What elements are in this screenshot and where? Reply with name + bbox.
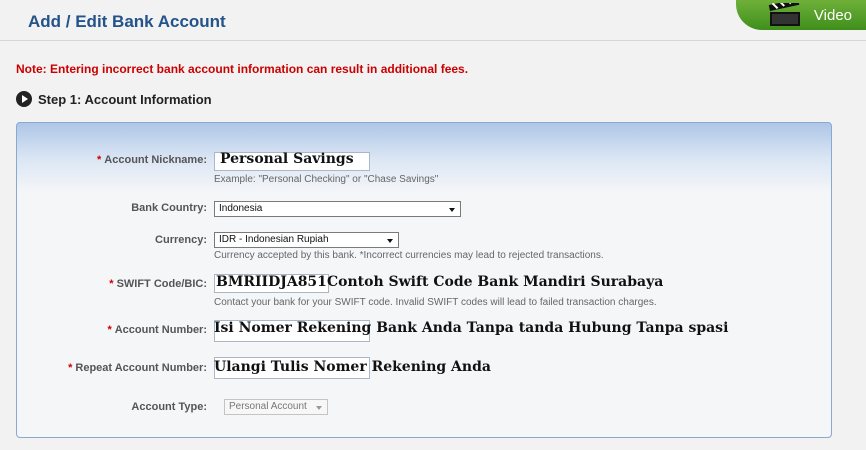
swift-code-label: * SWIFT Code/BIC:: [17, 278, 207, 290]
repeat-account-number-annotation: Ulangi Tulis Nomer Rekening Anda: [214, 359, 491, 375]
video-button[interactable]: Video: [736, 0, 866, 30]
swift-code-hint: Contact your bank for your SWIFT code. I…: [214, 297, 657, 308]
required-marker: *: [109, 278, 114, 290]
bank-country-value: Indonesia: [219, 203, 263, 214]
swift-code-label-text: SWIFT Code/BIC:: [116, 278, 207, 290]
account-nickname-hint: Example: "Personal Checking" or "Chase S…: [214, 174, 439, 185]
currency-value: IDR - Indonesian Rupiah: [219, 234, 329, 245]
repeat-account-number-label-text: Repeat Account Number:: [75, 362, 207, 374]
title-divider: [0, 40, 866, 41]
chevron-down-icon: [316, 406, 322, 410]
account-type-value: Personal Account: [229, 401, 307, 412]
account-type-label: Account Type:: [131, 401, 207, 413]
step-heading: Step 1: Account Information: [16, 91, 212, 107]
bank-country-select[interactable]: Indonesia: [214, 201, 461, 217]
account-nickname-label: * Account Nickname:: [17, 154, 207, 166]
clapperboard-icon: [768, 3, 800, 26]
account-number-annotation: Isi Nomer Rekening Bank Anda Tanpa tanda…: [214, 320, 729, 336]
currency-select[interactable]: IDR - Indonesian Rupiah: [214, 232, 399, 248]
chevron-down-icon: [387, 239, 393, 243]
repeat-account-number-label: * Repeat Account Number:: [17, 362, 207, 374]
account-nickname-value: Personal Savings: [220, 151, 354, 167]
currency-hint: Currency accepted by this bank. *Incorre…: [214, 250, 604, 261]
swift-code-annotation: Contoh Swift Code Bank Mandiri Surabaya: [327, 274, 664, 290]
step-label: Step 1: Account Information: [38, 91, 212, 107]
swift-code-value: BMRIIDJA851: [216, 274, 327, 290]
account-information-panel: * Account Nickname: Personal Savings Exam…: [16, 122, 832, 438]
chevron-down-icon: [449, 208, 455, 212]
account-type-select[interactable]: Personal Account: [224, 399, 328, 415]
fee-warning-note: Note: Entering incorrect bank account in…: [16, 62, 469, 76]
bank-country-label: Bank Country:: [131, 202, 207, 214]
page-title: Add / Edit Bank Account: [28, 12, 226, 31]
required-marker: *: [107, 324, 112, 336]
currency-label: Currency:: [155, 234, 207, 246]
required-marker: *: [97, 154, 102, 166]
video-label: Video: [813, 6, 852, 24]
account-number-label-text: Account Number:: [114, 324, 207, 336]
required-marker: *: [68, 362, 73, 374]
account-number-label: * Account Number:: [17, 324, 207, 336]
play-circle-icon: [16, 91, 32, 107]
account-nickname-label-text: Account Nickname:: [104, 154, 207, 166]
